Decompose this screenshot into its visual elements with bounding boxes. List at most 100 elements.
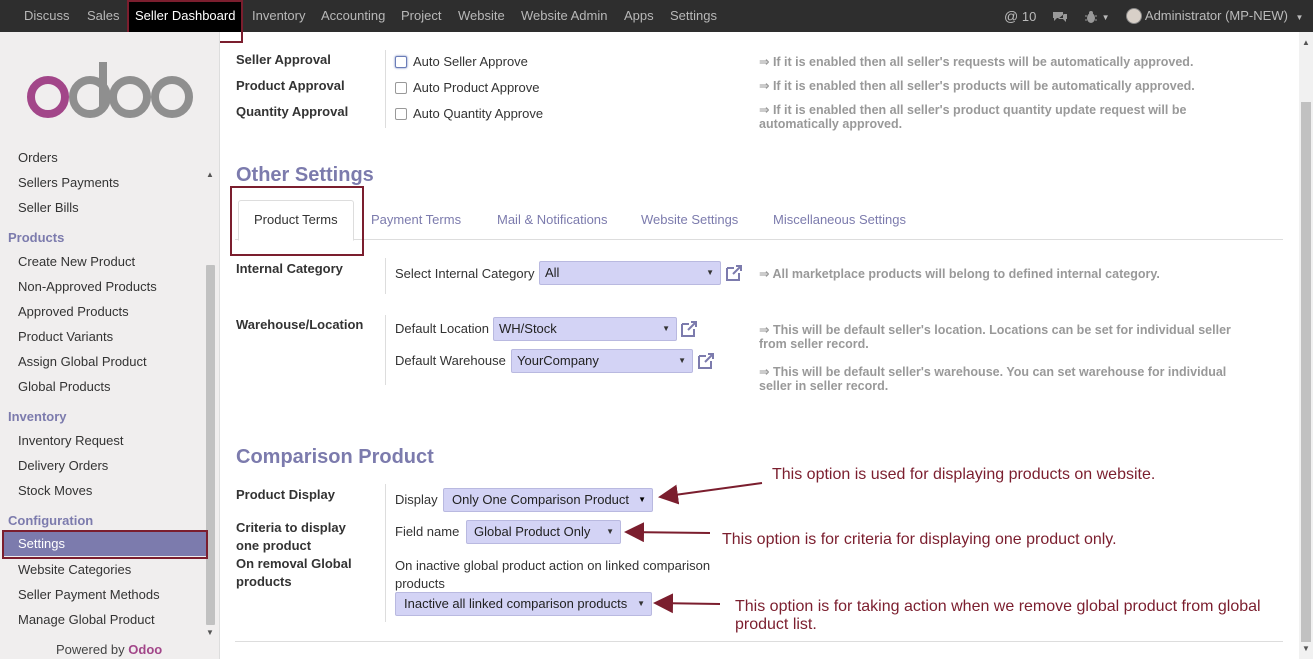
auto-quantity-approve-checkbox[interactable] (395, 108, 407, 120)
caret-down-icon: ▼ (638, 495, 646, 504)
highlight-box-product-terms (230, 186, 364, 256)
other-settings-title: Other Settings (236, 164, 374, 186)
user-name: Administrator (MP-NEW) (1144, 8, 1288, 23)
menu-accounting[interactable]: Accounting (321, 0, 385, 32)
sidebar-item-stock-moves[interactable]: Stock Moves (18, 483, 92, 498)
sidebar-item-seller-bills[interactable]: Seller Bills (18, 200, 79, 215)
tab-website-settings[interactable]: Website Settings (641, 212, 738, 227)
sidebar-item-website-categories[interactable]: Website Categories (18, 562, 131, 577)
external-link-icon[interactable] (724, 263, 744, 283)
internal-category-divider (385, 258, 386, 294)
product-approval-label: Product Approval (236, 78, 345, 93)
field-name-select[interactable]: Global Product Only ▼ (466, 520, 621, 544)
removal-action-select[interactable]: Inactive all linked comparison products … (395, 592, 652, 616)
comparison-divider (385, 484, 386, 622)
default-warehouse-value: YourCompany (517, 353, 599, 368)
tab-miscellaneous-settings[interactable]: Miscellaneous Settings (773, 212, 906, 227)
removal-description: On inactive global product action on lin… (395, 558, 711, 591)
powered-brand-link[interactable]: Odoo (128, 642, 162, 657)
caret-down-icon: ▼ (678, 356, 686, 365)
menu-discuss[interactable]: Discuss (24, 0, 70, 32)
removal-label: On removal Global products (236, 556, 352, 589)
powered-by: Powered by Odoo (56, 642, 162, 657)
annotation-display-note: This option is used for displaying produ… (772, 466, 1156, 483)
warehouse-help: ⇒ This will be default seller's warehous… (759, 365, 1227, 393)
sidebar-item-seller-payment-methods[interactable]: Seller Payment Methods (18, 587, 160, 602)
settings-form: Seller Approval Product Approval Quantit… (221, 32, 1299, 659)
sidebar-scrollbar[interactable]: ▲ ▼ (204, 170, 216, 642)
form-bottom-divider (235, 641, 1283, 642)
tab-mail-notifications[interactable]: Mail & Notifications (497, 212, 608, 227)
sidebar-item-delivery-orders[interactable]: Delivery Orders (18, 458, 108, 473)
caret-down-icon: ▼ (606, 527, 614, 536)
highlight-box-settings (2, 530, 208, 559)
sidebar-scroll-thumb[interactable] (206, 265, 215, 625)
removal-action-value: Inactive all linked comparison products (404, 596, 628, 611)
sidebar-item-orders[interactable]: Orders (18, 150, 58, 165)
display-field-label: Display (395, 492, 438, 507)
sidebar-item-create-new-product[interactable]: Create New Product (18, 254, 135, 269)
seller-approval-help: ⇒ If it is enabled then all seller's req… (759, 55, 1194, 69)
sidebar-item-inventory-request[interactable]: Inventory Request (18, 433, 124, 448)
settings-tabs: Product Terms Payment Terms Mail & Notif… (235, 200, 1283, 241)
messages-count: 10 (1021, 9, 1037, 24)
main-scrollbar[interactable]: ▲ ▼ (1299, 32, 1313, 659)
odoo-logo (27, 62, 193, 118)
location-help: ⇒ This will be default seller's location… (759, 323, 1231, 351)
sidebar-item-approved-products[interactable]: Approved Products (18, 304, 129, 319)
menu-project[interactable]: Project (401, 0, 441, 32)
warehouse-divider (385, 315, 386, 385)
seller-approval-label: Seller Approval (236, 52, 331, 67)
comparison-product-title: Comparison Product (236, 446, 434, 468)
sidebar-item-manage-global-product[interactable]: Manage Global Product (18, 612, 155, 627)
scroll-up-icon[interactable]: ▲ (206, 170, 214, 179)
scroll-down-icon[interactable]: ▼ (1302, 644, 1310, 653)
caret-down-icon: ▼ (706, 268, 714, 277)
sidebar-item-global-products[interactable]: Global Products (18, 379, 111, 394)
display-value: Only One Comparison Product (452, 492, 630, 507)
approval-divider (385, 50, 386, 128)
scroll-up-icon[interactable]: ▲ (1302, 38, 1310, 47)
powered-by-text: Powered by (56, 642, 125, 657)
internal-category-label: Internal Category (236, 261, 343, 276)
auto-seller-approve-checkbox[interactable] (395, 56, 407, 68)
at-icon: @ (1004, 8, 1019, 24)
avatar (1126, 7, 1142, 24)
display-select[interactable]: Only One Comparison Product ▼ (443, 488, 653, 512)
chat-icon[interactable] (1052, 0, 1068, 32)
select-internal-category-label: Select Internal Category (395, 266, 535, 281)
messages-button[interactable]: @ 10 (1004, 0, 1036, 32)
menu-inventory[interactable]: Inventory (252, 0, 305, 32)
default-location-select[interactable]: WH/Stock ▼ (493, 317, 677, 341)
auto-product-approve-checkbox[interactable] (395, 82, 407, 94)
criteria-label: Criteria to display one product (236, 520, 346, 553)
caret-down-icon: ▼ (637, 599, 645, 608)
sidebar-header-products: Products (8, 230, 65, 245)
sidebar-header-configuration: Configuration (8, 513, 94, 528)
sidebar-item-sellers-payments[interactable]: Sellers Payments (18, 175, 119, 190)
debug-bug-icon[interactable]: ▼ (1084, 0, 1110, 32)
sidebar-item-product-variants[interactable]: Product Variants (18, 329, 113, 344)
quantity-approval-help: ⇒ If it is enabled then all seller's pro… (759, 103, 1187, 131)
sidebar-header-inventory: Inventory (8, 409, 67, 424)
main-scroll-thumb[interactable] (1301, 102, 1311, 642)
menu-website[interactable]: Website (458, 0, 505, 32)
internal-category-value: All (545, 265, 560, 280)
sidebar-item-assign-global-product[interactable]: Assign Global Product (18, 354, 147, 369)
menu-apps[interactable]: Apps (624, 0, 654, 32)
chevron-down-icon: ▼ (1295, 13, 1304, 22)
scroll-down-icon[interactable]: ▼ (206, 628, 214, 637)
default-warehouse-select[interactable]: YourCompany ▼ (511, 349, 693, 373)
tab-payment-terms[interactable]: Payment Terms (371, 212, 461, 227)
menu-settings[interactable]: Settings (670, 0, 717, 32)
user-menu[interactable]: Administrator (MP-NEW) ▼ (1126, 0, 1303, 32)
menu-sales[interactable]: Sales (87, 0, 120, 32)
menu-website-admin[interactable]: Website Admin (521, 0, 607, 32)
auto-seller-approve-label: Auto Seller Approve (413, 54, 528, 69)
internal-category-select[interactable]: All ▼ (539, 261, 721, 285)
external-link-icon[interactable] (696, 351, 716, 371)
sidebar-item-non-approved-products[interactable]: Non-Approved Products (18, 279, 157, 294)
field-name-value: Global Product Only (474, 524, 591, 539)
internal-category-help: ⇒ All marketplace products will belong t… (759, 267, 1160, 281)
external-link-icon[interactable] (679, 319, 699, 339)
